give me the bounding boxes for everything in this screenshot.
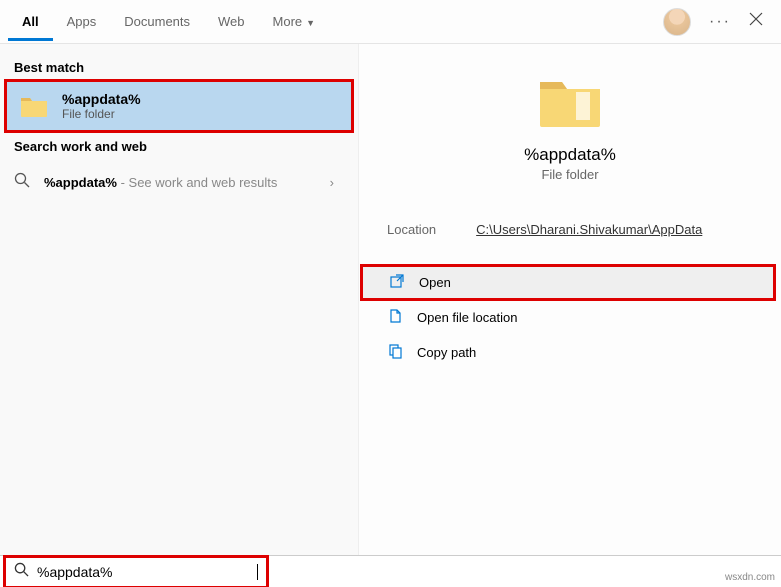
open-action[interactable]: Open (361, 265, 775, 300)
search-work-web-label: Search work and web (0, 131, 358, 160)
copy-path-label: Copy path (417, 345, 476, 360)
folder-icon (20, 94, 48, 118)
chevron-right-icon: › (330, 175, 344, 190)
search-input[interactable] (37, 564, 258, 580)
tab-more[interactable]: More▼ (259, 3, 330, 41)
best-match-label: Best match (0, 52, 358, 81)
main-content: Best match %appdata% File folder Search … (0, 44, 781, 555)
tab-web[interactable]: Web (204, 3, 259, 41)
result-text: %appdata% File folder (62, 91, 141, 121)
open-location-label: Open file location (417, 310, 517, 325)
location-label: Location (387, 222, 436, 237)
tab-apps[interactable]: Apps (53, 3, 111, 41)
copy-path-action[interactable]: Copy path (359, 335, 781, 370)
preview-title: %appdata% (379, 145, 761, 165)
web-hint: - See work and web results (117, 175, 277, 190)
result-title: %appdata% (62, 91, 141, 107)
tab-more-label: More (273, 14, 303, 29)
tab-documents[interactable]: Documents (110, 3, 204, 41)
search-icon (14, 172, 30, 193)
preview-actions: Open Open file location Copy path (359, 265, 781, 370)
filter-tabs: All Apps Documents Web More▼ (8, 3, 329, 41)
web-query: %appdata% (44, 175, 117, 190)
web-result-text: %appdata% - See work and web results (44, 175, 316, 190)
copy-icon (387, 343, 403, 362)
preview-header: %appdata% File folder (359, 74, 781, 182)
close-icon (749, 12, 763, 26)
taskbar-search (0, 555, 781, 587)
preview-panel: %appdata% File folder Location C:\Users\… (358, 44, 781, 555)
results-panel: Best match %appdata% File folder Search … (0, 44, 358, 555)
more-options-button[interactable]: ··· (709, 13, 731, 31)
tab-all[interactable]: All (8, 3, 53, 41)
file-location-icon (387, 308, 403, 327)
user-avatar[interactable] (663, 8, 691, 36)
chevron-down-icon: ▼ (306, 18, 315, 28)
preview-subtitle: File folder (379, 167, 761, 182)
search-box[interactable] (6, 558, 266, 586)
open-file-location-action[interactable]: Open file location (359, 300, 781, 335)
watermark: wsxdn.com (725, 572, 775, 583)
open-icon (389, 273, 405, 292)
web-search-result[interactable]: %appdata% - See work and web results › (0, 160, 358, 205)
open-label: Open (419, 275, 451, 290)
folder-icon-large (379, 74, 761, 135)
search-icon (14, 562, 29, 582)
result-subtitle: File folder (62, 107, 141, 121)
best-match-result[interactable]: %appdata% File folder (6, 81, 352, 131)
preview-details: Location C:\Users\Dharani.Shivakumar\App… (359, 222, 781, 237)
top-bar: All Apps Documents Web More▼ ··· (0, 0, 781, 44)
location-value[interactable]: C:\Users\Dharani.Shivakumar\AppData (476, 222, 702, 237)
close-button[interactable] (749, 12, 763, 31)
topbar-right: ··· (663, 8, 773, 36)
